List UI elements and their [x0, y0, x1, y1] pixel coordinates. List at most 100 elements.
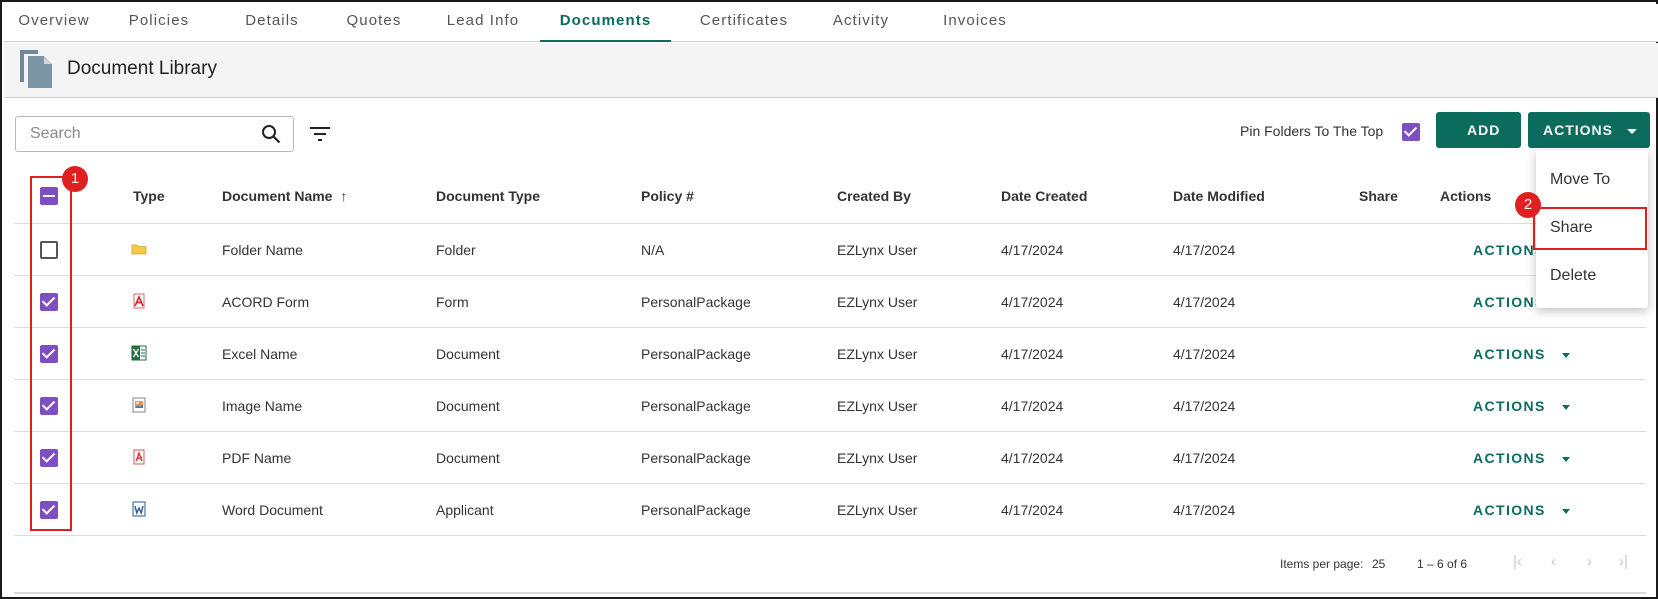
created-by: EZLynx User	[837, 398, 918, 414]
date-modified: 4/17/2024	[1173, 398, 1236, 414]
caret-down-icon	[1561, 352, 1570, 358]
tab-bar: Overview Policies Details Quotes Lead In…	[4, 4, 1658, 42]
row-actions-button[interactable]: ACTIONS	[1473, 346, 1570, 362]
tab-activity[interactable]: Activity	[807, 4, 915, 42]
document-type: Applicant	[436, 502, 494, 518]
date-created: 4/17/2024	[1001, 346, 1064, 362]
actions-button[interactable]: ACTIONS	[1528, 112, 1650, 148]
folder-icon	[131, 244, 147, 255]
column-header-type: Type	[133, 188, 165, 204]
excel-icon	[131, 345, 147, 361]
first-page-icon[interactable]: |‹	[1513, 553, 1522, 570]
row-actions-label: ACTIONS	[1473, 502, 1546, 518]
policy-number: PersonalPackage	[641, 346, 751, 362]
column-header-document-type: Document Type	[436, 188, 540, 204]
date-created: 4/17/2024	[1001, 294, 1064, 310]
table-row[interactable]: Excel Name Document PersonalPackage EZLy…	[14, 328, 1646, 380]
items-per-page-label: Items per page:	[1280, 557, 1364, 571]
table-row[interactable]: PDF Name Document PersonalPackage EZLynx…	[14, 432, 1646, 484]
row-actions-label: ACTIONS	[1473, 450, 1546, 466]
column-header-policy: Policy #	[641, 188, 694, 204]
page-title: Document Library	[67, 58, 217, 79]
tab-quotes[interactable]: Quotes	[324, 4, 424, 42]
document-name[interactable]: Excel Name	[222, 346, 297, 362]
search-input[interactable]	[16, 117, 246, 151]
date-created: 4/17/2024	[1001, 398, 1064, 414]
created-by: EZLynx User	[837, 242, 918, 258]
table-row[interactable]: ACORD Form Form PersonalPackage EZLynx U…	[14, 276, 1646, 328]
pin-folders-label: Pin Folders To The Top	[1240, 123, 1384, 139]
document-name[interactable]: Word Document	[222, 502, 323, 518]
policy-number: PersonalPackage	[641, 502, 751, 518]
caret-down-icon	[1561, 456, 1570, 462]
tab-invoices[interactable]: Invoices	[921, 4, 1029, 42]
app-window: Overview Policies Details Quotes Lead In…	[0, 0, 1658, 599]
date-modified: 4/17/2024	[1173, 346, 1236, 362]
policy-number: PersonalPackage	[641, 398, 751, 414]
document-name[interactable]: Image Name	[222, 398, 302, 414]
policy-number: PersonalPackage	[641, 294, 751, 310]
filter-icon[interactable]	[309, 126, 331, 142]
date-created: 4/17/2024	[1001, 502, 1064, 518]
last-page-icon[interactable]: ›|	[1619, 553, 1628, 570]
column-header-share: Share	[1359, 188, 1398, 204]
row-actions-button[interactable]: ACTIONS	[1473, 398, 1570, 414]
sort-ascending-icon: ↑	[340, 188, 348, 204]
items-per-page-select[interactable]: 25	[1372, 557, 1385, 571]
column-header-document-name[interactable]: Document Name ↑	[222, 188, 347, 204]
previous-page-icon[interactable]: ‹	[1551, 553, 1556, 570]
document-type: Document	[436, 346, 500, 362]
tab-certificates[interactable]: Certificates	[684, 4, 804, 42]
date-modified: 4/17/2024	[1173, 450, 1236, 466]
page-range-label: 1 – 6 of 6	[1417, 557, 1468, 571]
tab-policies[interactable]: Policies	[109, 4, 209, 42]
tab-overview[interactable]: Overview	[4, 4, 104, 42]
document-type: Document	[436, 450, 500, 466]
checkbox-column-highlight	[30, 176, 72, 531]
document-name[interactable]: PDF Name	[222, 450, 291, 466]
tab-documents[interactable]: Documents	[540, 4, 671, 42]
column-header-actions: Actions	[1440, 188, 1492, 204]
share-item-highlight	[1533, 207, 1647, 250]
document-name[interactable]: ACORD Form	[222, 294, 309, 310]
add-button[interactable]: ADD	[1436, 112, 1521, 170]
caret-down-icon	[1561, 404, 1570, 410]
created-by: EZLynx User	[837, 346, 918, 362]
column-header-document-name-label: Document Name	[222, 188, 333, 204]
date-modified: 4/17/2024	[1173, 502, 1236, 518]
table-row[interactable]: Word Document Applicant PersonalPackage …	[14, 484, 1646, 536]
menu-item-delete[interactable]: Delete	[1536, 254, 1648, 298]
table-header-row: Type Document Name ↑ Document Type Polic…	[14, 168, 1646, 224]
policy-number: N/A	[641, 242, 665, 258]
pin-folders-checkbox[interactable]	[1402, 123, 1420, 141]
date-created: 4/17/2024	[1001, 450, 1064, 466]
caret-down-icon	[1627, 128, 1637, 134]
date-modified: 4/17/2024	[1173, 242, 1236, 258]
row-actions-label: ACTIONS	[1473, 398, 1546, 414]
step-marker-1: 1	[62, 166, 88, 192]
table-row[interactable]: Folder Name Folder N/A EZLynx User 4/17/…	[14, 224, 1646, 276]
created-by: EZLynx User	[837, 502, 918, 518]
acord-form-icon	[133, 293, 145, 309]
column-header-date-modified: Date Modified	[1173, 188, 1265, 204]
actions-button-label: ACTIONS	[1543, 122, 1613, 138]
word-icon	[132, 501, 146, 517]
tab-details[interactable]: Details	[222, 4, 322, 42]
policy-number: PersonalPackage	[641, 450, 751, 466]
menu-item-move-to[interactable]: Move To	[1536, 158, 1648, 202]
page-header: Document Library	[4, 43, 1658, 98]
table-row[interactable]: Image Name Document PersonalPackage EZLy…	[14, 380, 1646, 432]
row-actions-button[interactable]: ACTIONS	[1473, 502, 1570, 518]
date-created: 4/17/2024	[1001, 242, 1064, 258]
search-box[interactable]	[15, 116, 294, 152]
row-actions-button[interactable]: ACTIONS	[1473, 450, 1570, 466]
step-marker-2: 2	[1515, 192, 1541, 218]
row-actions-label: ACTIONS	[1473, 346, 1546, 362]
document-name[interactable]: Folder Name	[222, 242, 303, 258]
document-library-icon	[20, 50, 52, 88]
tab-lead-info[interactable]: Lead Info	[430, 4, 536, 42]
date-modified: 4/17/2024	[1173, 294, 1236, 310]
caret-down-icon	[1561, 508, 1570, 514]
next-page-icon[interactable]: ›	[1587, 553, 1592, 570]
search-icon[interactable]	[261, 124, 281, 144]
